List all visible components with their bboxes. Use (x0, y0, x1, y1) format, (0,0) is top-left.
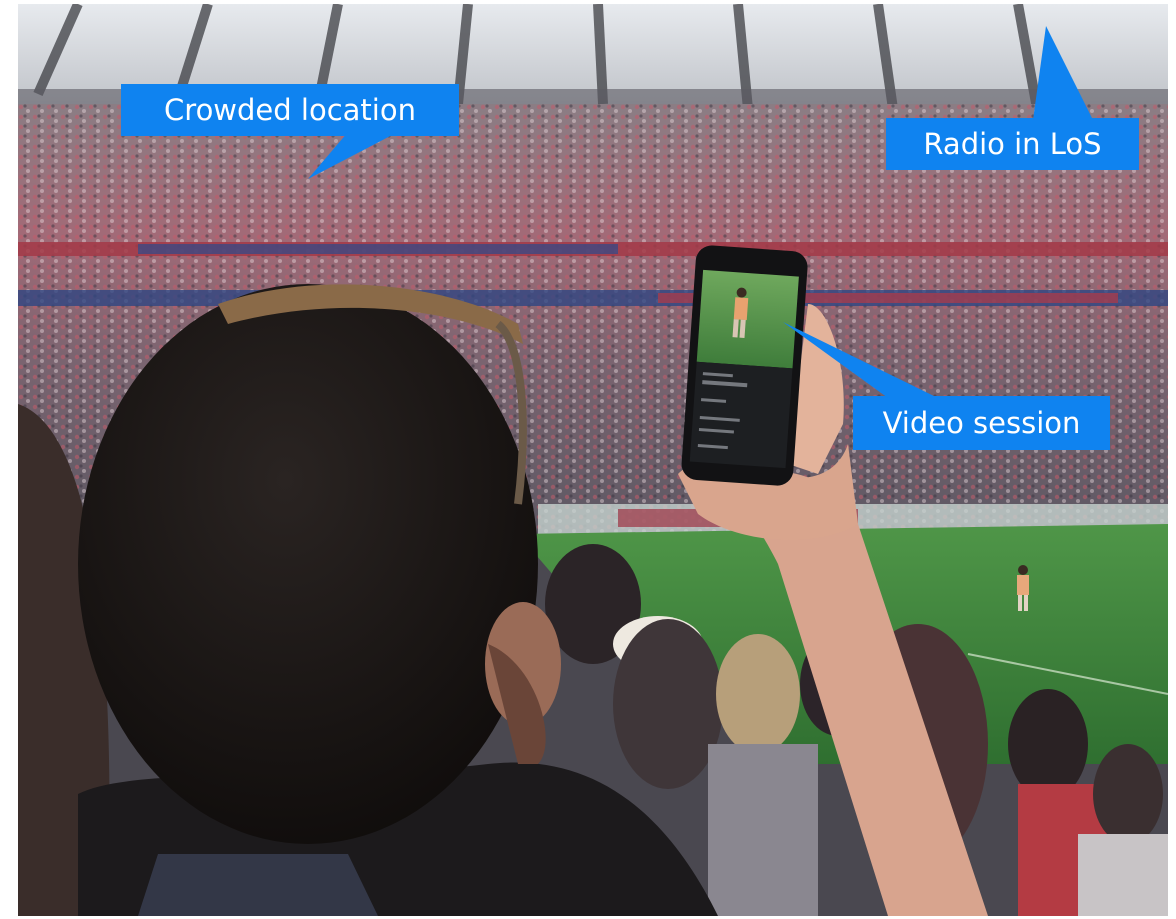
callout-crowded-location-text: Crowded location (164, 92, 416, 127)
callout-video-session: Video session (853, 396, 1110, 450)
callout-radio-in-los-text: Radio in LoS (923, 126, 1102, 161)
callout-crowded-location: Crowded location (121, 84, 459, 136)
callout-video-session-text: Video session (882, 405, 1081, 440)
smartphone (681, 245, 808, 486)
callout-radio-in-los: Radio in LoS (886, 118, 1139, 170)
